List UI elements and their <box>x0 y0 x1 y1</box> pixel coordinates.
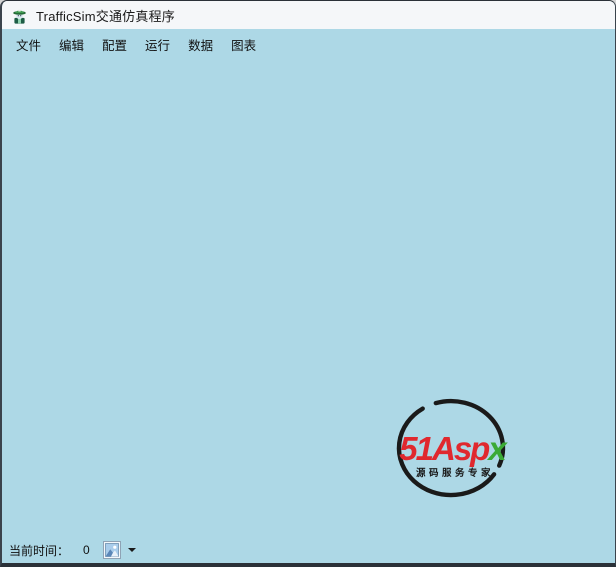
titlebar[interactable]: TrafficSim交通仿真程序 <box>2 1 615 29</box>
51aspx-watermark-logo: 51Aspx 源码服务专家 <box>396 398 510 498</box>
image-icon <box>102 541 121 559</box>
menu-item-data[interactable]: 数据 <box>180 30 221 59</box>
window-title: TrafficSim交通仿真程序 <box>36 8 175 24</box>
app-window: TrafficSim交通仿真程序 文件 编辑 配置 运行 数据 图表 51Asp… <box>0 0 616 567</box>
menu-item-edit[interactable]: 编辑 <box>51 30 92 59</box>
simulation-canvas: 51Aspx 源码服务专家 <box>2 59 615 537</box>
menu-item-run[interactable]: 运行 <box>137 30 178 59</box>
app-icon <box>13 9 26 24</box>
statusbar: 当前时间： 0 <box>2 537 615 563</box>
logo-text-51: 51 <box>399 430 432 467</box>
menu-item-chart[interactable]: 图表 <box>223 30 264 59</box>
menu-item-file[interactable]: 文件 <box>8 30 49 59</box>
image-dropdown-button[interactable] <box>102 540 137 560</box>
menu-item-config[interactable]: 配置 <box>94 30 135 59</box>
dropdown-arrow-icon <box>127 548 136 552</box>
current-time-label: 当前时间： <box>9 543 70 558</box>
logo-text-asp: Asp <box>431 430 490 467</box>
menubar: 文件 编辑 配置 运行 数据 图表 <box>2 29 615 59</box>
logo-subtitle: 源码服务专家 <box>416 467 494 479</box>
current-time-value: 0 <box>83 543 90 557</box>
logo-wordmark: 51Aspx <box>399 430 508 467</box>
